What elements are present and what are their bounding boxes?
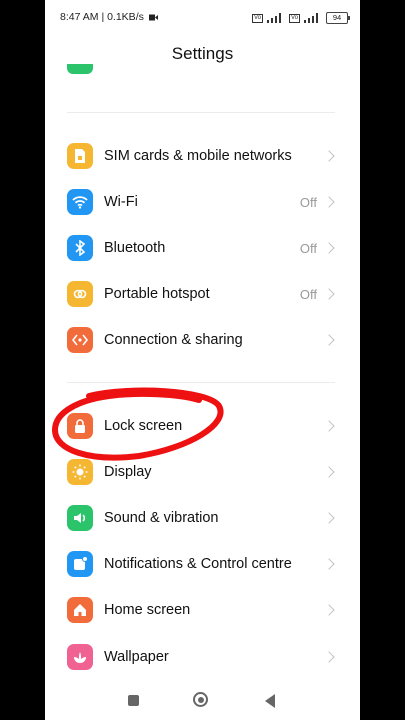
wifi-item[interactable]: Wi-Fi Off — [67, 184, 337, 220]
sun-icon — [67, 459, 93, 485]
chevron-right-icon — [323, 150, 335, 162]
wallpaper-label: Wallpaper — [104, 649, 169, 665]
sim-card-icon — [67, 143, 93, 169]
bluetooth-item[interactable]: Bluetooth Off — [67, 230, 337, 266]
status-time-speed: 8:47 AM | 0.1KB/s — [60, 11, 158, 23]
phone-screen: 8:47 AM | 0.1KB/s Vo Vo 94 Settings SIM … — [45, 0, 360, 720]
notifications-label: Notifications & Control centre — [104, 556, 292, 572]
circle-icon[interactable] — [193, 692, 208, 707]
connection-sharing-item[interactable]: Connection & sharing — [67, 322, 337, 358]
signal-icon-2 — [304, 13, 322, 23]
hotspot-icon — [67, 281, 93, 307]
lock-screen-label: Lock screen — [104, 418, 183, 434]
chevron-right-icon — [323, 558, 335, 570]
bluetooth-label: Bluetooth — [104, 240, 166, 256]
video-icon — [148, 14, 158, 21]
chevron-right-icon — [323, 196, 335, 208]
signal-icon — [266, 13, 285, 23]
status-time: 8:47 AM | 0.1KB/s — [60, 11, 144, 23]
green-icon — [67, 64, 93, 74]
hotspot-label: Portable hotspot — [104, 286, 210, 302]
hotspot-item[interactable]: Portable hotspot Off — [67, 276, 337, 312]
divider — [67, 112, 335, 113]
divider — [67, 382, 335, 383]
battery-level: 94 — [332, 13, 342, 22]
bluetooth-icon — [67, 235, 93, 261]
flower-icon — [67, 644, 93, 670]
sim-cards-label: SIM cards & mobile networks — [104, 148, 292, 164]
wifi-label: Wi-Fi — [104, 194, 138, 210]
page-title: Settings — [171, 44, 234, 63]
hotspot-value: Off — [299, 286, 317, 302]
chevron-right-icon — [323, 242, 335, 254]
chevron-right-icon — [323, 466, 335, 478]
chevron-right-icon — [323, 651, 335, 663]
wallpaper-item[interactable]: Wallpaper — [67, 639, 337, 675]
lock-icon — [67, 413, 93, 439]
display-label: Display — [104, 464, 152, 480]
chevron-right-icon — [323, 288, 335, 300]
chevron-right-icon — [323, 420, 335, 432]
chevron-right-icon — [323, 334, 335, 346]
speaker-icon — [67, 505, 93, 531]
volte-icon-2: Vo — [288, 13, 300, 23]
display-item[interactable]: Display — [67, 454, 337, 490]
partial-list-item[interactable] — [67, 64, 337, 82]
status-icons: Vo Vo 94 — [251, 12, 350, 24]
lock-screen-item[interactable]: Lock screen — [67, 408, 337, 444]
sound-vibration-item[interactable]: Sound & vibration — [67, 500, 337, 536]
volte-icon: Vo — [251, 13, 263, 23]
triangle-back-icon[interactable] — [265, 694, 275, 708]
wifi-icon — [67, 189, 93, 215]
notifications-item[interactable]: Notifications & Control centre — [67, 546, 337, 582]
connection-icon — [67, 327, 93, 353]
wifi-value: Off — [299, 194, 317, 210]
sim-cards-item[interactable]: SIM cards & mobile networks — [67, 138, 337, 174]
home-screen-label: Home screen — [104, 602, 191, 618]
home-screen-item[interactable]: Home screen — [67, 592, 337, 628]
chevron-right-icon — [323, 512, 335, 524]
sound-vibration-label: Sound & vibration — [104, 510, 219, 526]
home-icon — [67, 597, 93, 623]
status-bar: 8:47 AM | 0.1KB/s Vo Vo 94 — [45, 0, 360, 38]
navigation-bar — [45, 684, 360, 718]
square-icon[interactable] — [128, 695, 139, 706]
chevron-right-icon — [323, 604, 335, 616]
notification-icon — [67, 551, 93, 577]
battery-icon: 94 — [326, 12, 350, 24]
bluetooth-value: Off — [299, 240, 317, 256]
connection-sharing-label: Connection & sharing — [104, 332, 243, 348]
